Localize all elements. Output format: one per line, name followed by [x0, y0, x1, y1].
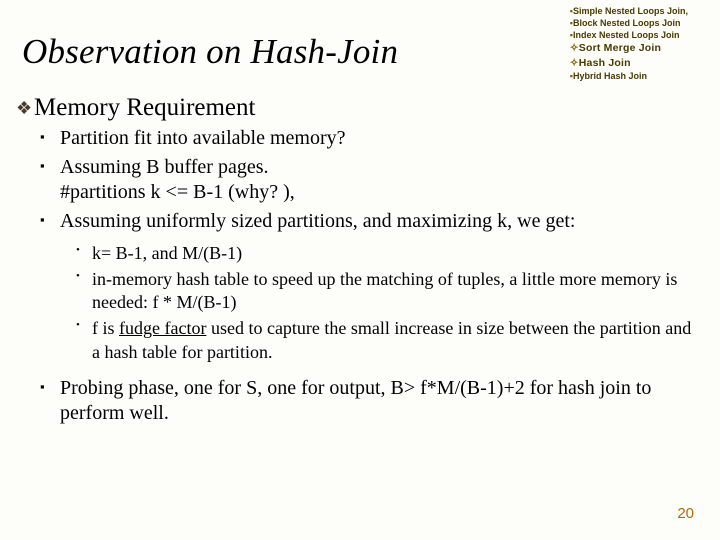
- section-heading-row: ❖Memory Requirement: [16, 94, 255, 122]
- section-heading: Memory Requirement: [34, 94, 255, 121]
- toc-item: Simple Nested Loops Join,: [573, 6, 688, 16]
- toc-item: Hybrid Hash Join: [573, 71, 647, 81]
- page-number: 20: [677, 505, 694, 522]
- diamond-bullet-icon: ✧: [570, 57, 579, 69]
- underlined-term: fudge factor: [119, 318, 206, 338]
- toc-item: Index Nested Loops Join: [573, 30, 680, 40]
- bullet-item: Probing phase, one for S, one for output…: [40, 376, 692, 427]
- bullet-item: Assuming B buffer pages. #partitions k <…: [40, 155, 692, 206]
- content-body: Partition fit into available memory? Ass…: [40, 126, 692, 430]
- toc-item: Sort Merge Join: [579, 42, 661, 54]
- toc-item: Block Nested Loops Join: [573, 18, 681, 28]
- bullet-item: Partition fit into available memory?: [40, 126, 692, 152]
- sub-bullet-item: f is fudge factor used to capture the sm…: [76, 317, 692, 363]
- bullet-item: Assuming uniformly sized partitions, and…: [40, 209, 692, 235]
- sub-bullet-item: in-memory hash table to speed up the mat…: [76, 268, 692, 314]
- diamond-bullet-icon: ✧: [570, 42, 579, 54]
- diamond-icon: ❖: [16, 98, 34, 119]
- topic-list: ▪Simple Nested Loops Join, ▪Block Nested…: [570, 5, 688, 82]
- sub-bullet-item: k= B-1, and M/(B-1): [76, 242, 692, 265]
- toc-item: Hash Join: [579, 57, 631, 69]
- slide-title: Observation on Hash-Join: [22, 32, 398, 72]
